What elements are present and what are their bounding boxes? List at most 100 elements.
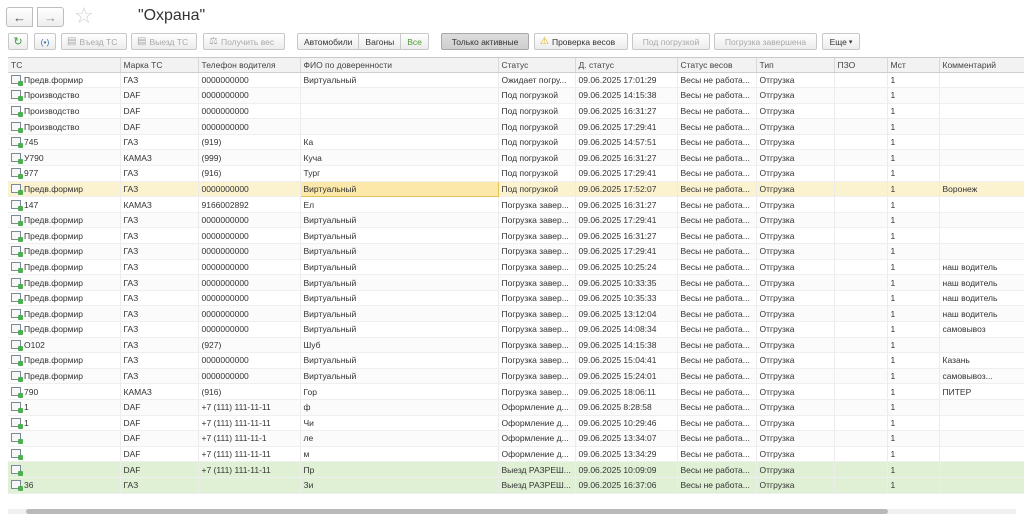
cell-mst: 1 xyxy=(887,227,940,245)
cell-text: +7 (111) 111-11-11 xyxy=(201,464,271,475)
cell-weights: Весы не работа... xyxy=(677,368,757,385)
cell-text: 1 xyxy=(890,324,896,335)
forward-button[interactable]: → xyxy=(37,7,64,27)
table-row[interactable]: Производство DAF 0000000000 Под погрузкой 09… xyxy=(8,87,1024,104)
column-header[interactable]: Марка ТС xyxy=(120,58,199,73)
table-row[interactable]: 1 DAF +7 (111) 111-11-11 ф Оформление д... 09… xyxy=(8,399,1024,416)
cell-pzo xyxy=(834,87,888,104)
table-row[interactable]: Предв.формир ГАЗ 0000000000 Виртуальный Под … xyxy=(8,180,1024,198)
check-weights-button[interactable]: ⚠ Проверка весов xyxy=(534,33,628,50)
loading-done-button[interactable]: Погрузка завершена xyxy=(714,33,817,50)
table-row[interactable]: 790 КАМАЗ (916) Гор Погрузка завер... 09.06.2… xyxy=(8,383,1024,400)
cell-date: 09.06.2025 16:31:27 xyxy=(575,227,678,245)
cell-weights: Весы не работа... xyxy=(677,227,757,245)
cell-type: Отгрузка xyxy=(756,337,835,354)
cell-text: Производство xyxy=(24,90,80,101)
scrollbar-thumb[interactable] xyxy=(26,509,888,514)
table-row[interactable]: 745 ГАЗ (919) Ка Под погрузкой 09.06.2025 14:… xyxy=(8,134,1024,151)
document-icon xyxy=(11,277,23,289)
table-row[interactable]: Предв.формир ГАЗ 0000000000 Виртуальный Погр… xyxy=(8,352,1024,369)
table-row[interactable]: 1 DAF +7 (111) 111-11-11 Чи Оформление д... 0… xyxy=(8,415,1024,432)
column-header[interactable]: Д. статус xyxy=(575,58,678,73)
favorite-star-icon[interactable]: ☆ xyxy=(74,3,94,29)
table-row[interactable]: Предв.формир ГАЗ 0000000000 Виртуальный Погр… xyxy=(8,212,1024,229)
cell-text: 1 xyxy=(890,152,896,163)
cell-status: Под погрузкой xyxy=(498,87,576,104)
column-header[interactable]: ТС xyxy=(8,58,121,73)
table-row[interactable]: Производство DAF 0000000000 Под погрузкой 09… xyxy=(8,103,1024,120)
cell-text: КАМАЗ xyxy=(123,386,152,397)
filter-wagons[interactable]: Вагоны xyxy=(359,34,402,49)
filter-all[interactable]: Все xyxy=(401,34,428,49)
more-button[interactable]: Еще ▾ xyxy=(822,33,860,50)
cell-text: м xyxy=(303,449,310,460)
cell-text: Весы не работа... xyxy=(680,183,750,194)
cell-text: DAF xyxy=(123,464,141,475)
cell-text: ГАЗ xyxy=(123,246,139,257)
column-header[interactable]: Комментарий xyxy=(939,58,1024,73)
cell-text: 0000000000 xyxy=(201,355,249,366)
cell-text: ГАЗ xyxy=(123,215,139,226)
cell-mst: 1 xyxy=(887,337,940,354)
cell-text: наш водитель xyxy=(942,277,998,288)
cell-text: Погрузка завер... xyxy=(501,308,569,319)
under-loading-button[interactable]: Под погрузкой xyxy=(632,33,710,50)
table-row[interactable]: 36 ГАЗ Зи Выезд РАЗРЕШ... 09.06.2025 16:37:0… xyxy=(8,477,1024,494)
column-header[interactable]: Статус весов xyxy=(677,58,757,73)
table-row[interactable]: Предв.формир ГАЗ 0000000000 Виртуальный Погр… xyxy=(8,274,1024,291)
table-row[interactable]: Предв.формир ГАЗ 0000000000 Виртуальный Погр… xyxy=(8,321,1024,338)
table-row[interactable]: 147 КАМАЗ 9166002892 Ел Погрузка завер... 09.… xyxy=(8,196,1024,213)
cell-type: Отгрузка xyxy=(756,305,835,322)
cell-weights: Весы не работа... xyxy=(677,118,757,135)
table-row[interactable]: DAF +7 (111) 111-11-1 ле Оформление д... 09.… xyxy=(8,430,1024,447)
table-row[interactable]: Предв.формир ГАЗ 0000000000 Виртуальный Погр… xyxy=(8,227,1024,245)
cell-type: Отгрузка xyxy=(756,274,835,291)
cell-fio: ле xyxy=(300,430,499,447)
column-header[interactable]: Статус xyxy=(498,58,576,73)
back-button[interactable]: ← xyxy=(6,7,33,27)
table-row[interactable]: Предв.формир ГАЗ 0000000000 Виртуальный Ожид… xyxy=(8,72,1024,89)
signal-button[interactable]: (•) xyxy=(34,33,56,50)
column-header[interactable]: Мст xyxy=(887,58,940,73)
cell-status: Погрузка завер... xyxy=(498,305,576,322)
column-header[interactable]: Тип xyxy=(756,58,835,73)
entry-label: Въезд ТС xyxy=(79,36,118,47)
cell-fio: Виртуальный xyxy=(300,305,499,322)
refresh-button[interactable]: ↻ xyxy=(8,33,28,50)
filter-cars[interactable]: Автомобили xyxy=(298,34,360,49)
cell-text: ГАЗ xyxy=(123,261,139,272)
table-row[interactable]: DAF +7 (111) 111-11-11 м Оформление д... 09.… xyxy=(8,446,1024,463)
table-row[interactable]: Предв.формир ГАЗ 0000000000 Виртуальный Погр… xyxy=(8,259,1024,276)
cell-text: КАМАЗ xyxy=(123,152,152,163)
column-header[interactable]: ФИО по доверенности xyxy=(300,58,499,73)
table-row[interactable]: О102 ГАЗ (927) Шуб Погрузка завер... 09.06.20… xyxy=(8,337,1024,354)
cell-text: 0000000000 xyxy=(201,324,249,335)
cell-text: Предв.формир xyxy=(24,324,83,335)
cell-date: 09.06.2025 8:28:58 xyxy=(575,399,678,416)
table-row[interactable]: DAF +7 (111) 111-11-11 Пр Выезд РАЗРЕШ... 09… xyxy=(8,461,1024,478)
document-icon xyxy=(11,308,23,320)
table-row[interactable]: Предв.формир ГАЗ 0000000000 Виртуальный Погр… xyxy=(8,305,1024,322)
cell-status: Погрузка завер... xyxy=(498,368,576,385)
column-header[interactable]: ПЗО xyxy=(834,58,888,73)
table-row[interactable]: 977 ГАЗ (916) Тург Под погрузкой 09.06.2025 1… xyxy=(8,165,1024,182)
table-row[interactable]: Предв.формир ГАЗ 0000000000 Виртуальный Погр… xyxy=(8,290,1024,307)
cell-text: Весы не работа... xyxy=(680,90,750,101)
cell-comment xyxy=(939,87,1024,104)
vehicle-filter: Автомобили Вагоны Все xyxy=(297,33,429,50)
table-row[interactable]: Предв.формир ГАЗ 0000000000 Виртуальный Погр… xyxy=(8,243,1024,260)
horizontal-scrollbar[interactable] xyxy=(8,509,1016,514)
under-loading-label: Под погрузкой xyxy=(642,36,700,47)
table-row[interactable]: Предв.формир ГАЗ 0000000000 Виртуальный Погр… xyxy=(8,368,1024,385)
get-weight-button[interactable]: ⚖ Получить вес xyxy=(203,33,285,50)
column-header[interactable]: Телефон водителя xyxy=(198,58,301,73)
document-icon xyxy=(11,480,23,492)
cell-weights: Весы не работа... xyxy=(677,415,757,432)
table-row[interactable]: Производство DAF 0000000000 Под погрузкой 09… xyxy=(8,118,1024,135)
entry-button[interactable]: ▤ Въезд ТС xyxy=(61,33,127,50)
table-row[interactable]: У790 КАМАЗ (999) Куча Под погрузкой 09.06.202… xyxy=(8,149,1024,167)
exit-button[interactable]: ▤ Выезд ТС xyxy=(131,33,197,50)
cell-text: 1 xyxy=(890,402,896,413)
only-active-toggle[interactable]: Только активные xyxy=(441,33,529,50)
cell-comment xyxy=(939,103,1024,120)
